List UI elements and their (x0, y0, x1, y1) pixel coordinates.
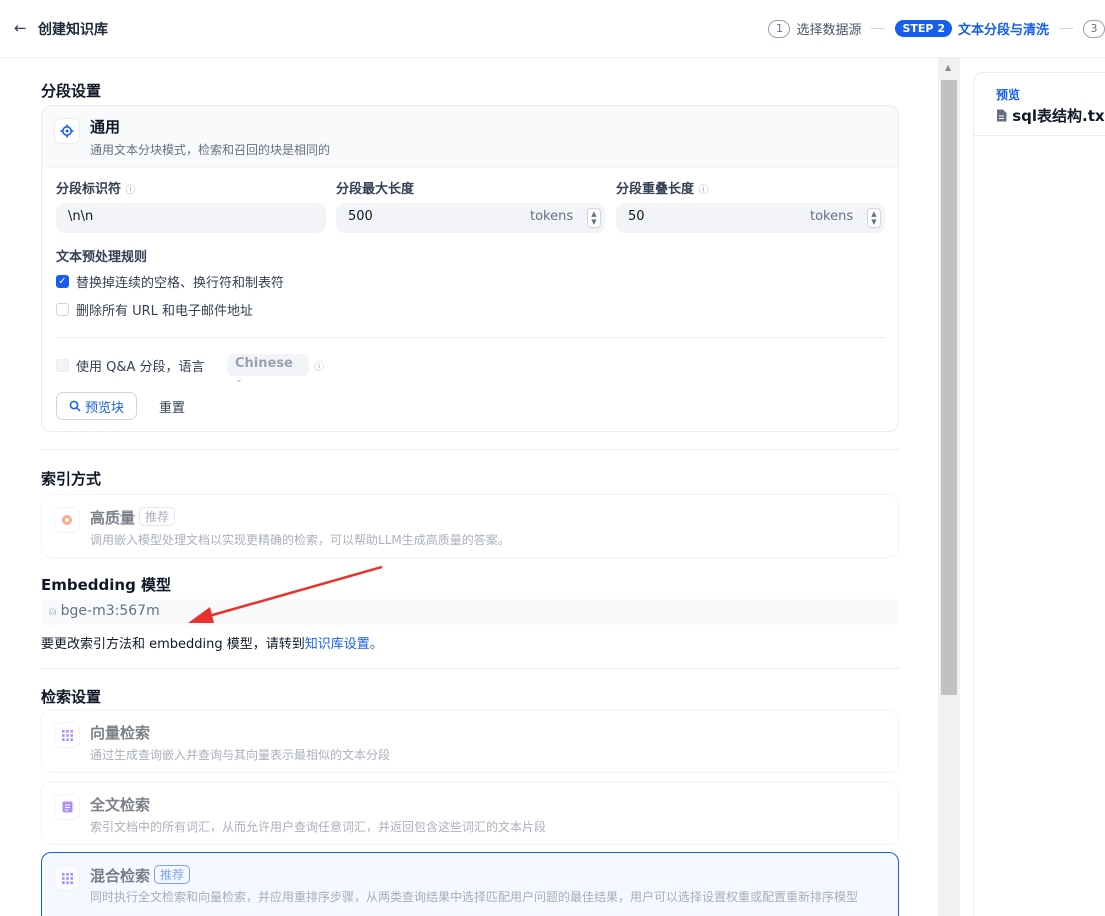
embedding-note: 要更改索引方法和 embedding 模型，请转到知识库设置。 (41, 637, 383, 652)
max-length-label: 分段最大长度 (336, 182, 415, 197)
retrieval-hybrid-option[interactable]: 混合检索 推荐 同时执行全文检索和向量检索，并应用重排序步骤，从两类查询结果中选择… (41, 852, 899, 916)
grid-icon (54, 722, 80, 748)
scrollbar-thumb[interactable] (941, 80, 957, 695)
rules-title: 文本预处理规则 (56, 250, 148, 265)
qa-segment-label: 使用 Q&A 分段，语言 (76, 360, 205, 375)
search-icon (69, 400, 81, 412)
embedding-model-name: bge-m3:567m (60, 603, 160, 619)
preview-file-name[interactable]: sql表结构.tx (996, 105, 1105, 126)
grid-icon (54, 865, 80, 891)
separator-label: 分段标识符 ⓘ (56, 182, 136, 197)
overlap-unit: tokens (810, 209, 854, 224)
index-option-name: 高质量 推荐 (90, 507, 176, 528)
max-length-stepper[interactable]: ▲ ▼ (587, 208, 601, 228)
overlap-stepper[interactable]: ▲ ▼ (867, 208, 881, 228)
segment-card-header: 通用 通用文本分块模式，检索和召回的块是相同的 (42, 106, 898, 168)
stepper: 1 选择数据源 STEP 2 文本分段与清洗 3 (768, 19, 1105, 38)
retrieval-option-name: 向量检索 (90, 724, 151, 742)
document-icon (54, 794, 80, 820)
gear-icon (54, 118, 80, 144)
step-separator (1059, 28, 1073, 29)
help-icon: ⓘ (698, 185, 709, 196)
index-high-quality-option[interactable]: 高质量 推荐 调用嵌入模型处理文档以实现更精确的检索，可以帮助LLM生成高质量的答… (41, 494, 899, 558)
rule-replace-spaces-checkbox[interactable]: ✓ (56, 275, 69, 288)
index-option-desc: 调用嵌入模型处理文档以实现更精确的检索，可以帮助LLM生成高质量的答案。 (90, 533, 510, 547)
reset-button[interactable]: 重置 (159, 397, 185, 416)
divider (56, 337, 885, 338)
qa-segment-checkbox[interactable] (56, 359, 69, 372)
rule-remove-urls-checkbox[interactable] (56, 303, 69, 316)
main-content: 分段设置 通用 通用文本分块模式，检索和召回的块是相同的 分段标识符 ⓘ 分段最… (0, 58, 938, 916)
step-1-label: 选择数据源 (796, 23, 862, 38)
embedding-section-title: Embedding 模型 (41, 576, 172, 594)
back-arrow-icon[interactable]: ← (14, 19, 27, 37)
annotation-arrow (188, 565, 383, 623)
retrieval-fulltext-option[interactable]: 全文检索 索引文档中的所有词汇，从而允许用户查询任意词汇，并返回包含这些词汇的文… (41, 781, 899, 845)
help-icon: ⓘ (125, 185, 136, 196)
max-length-unit: tokens (530, 209, 574, 224)
divider (974, 135, 1105, 136)
retrieval-vector-option[interactable]: 向量检索 通过生成查询嵌入并查询与其向量表示最相似的文本分段 (41, 709, 899, 773)
page-title: 创建知识库 (38, 22, 108, 38)
divider (41, 668, 899, 669)
index-section-title: 索引方式 (41, 470, 102, 488)
segment-mode-name: 通用 (90, 118, 121, 136)
preview-panel: 预览 sql表结构.tx (973, 72, 1105, 916)
help-icon: ⓘ (314, 362, 324, 373)
retrieval-section-title: 检索设置 (41, 688, 102, 706)
embedding-model-field: ⍝ bge-m3:567m (41, 599, 899, 625)
step-separator (871, 28, 886, 29)
retrieval-option-name: 全文检索 (90, 796, 151, 814)
chevron-down-icon: ⌄ (235, 375, 243, 385)
divider (41, 449, 899, 450)
retrieval-option-desc: 同时执行全文检索和向量检索，并应用重排序步骤，从两类查询结果中选择匹配用户问题的… (90, 890, 859, 904)
preview-label: 预览 (996, 88, 1021, 102)
step-1-number: 1 (768, 19, 791, 38)
preview-chunks-button[interactable]: 预览块 (56, 392, 138, 420)
overlap-label: 分段重叠长度 ⓘ (616, 182, 709, 197)
separator-input[interactable]: \n\n (56, 203, 326, 233)
segment-mode-desc: 通用文本分块模式，检索和召回的块是相同的 (90, 143, 331, 157)
step-3-number: 3 (1083, 19, 1105, 38)
step-2-number: STEP 2 (895, 20, 952, 37)
retrieval-option-name: 混合检索 推荐 (90, 865, 191, 886)
rule-remove-urls-label: 删除所有 URL 和电子邮件地址 (76, 304, 254, 319)
step-2-label: 文本分段与清洗 (957, 23, 1049, 38)
top-bar: ← 创建知识库 1 选择数据源 STEP 2 文本分段与清洗 3 (0, 0, 1105, 58)
sparkle-icon (54, 507, 80, 533)
retrieval-option-desc: 通过生成查询嵌入并查询与其向量表示最相似的文本分段 (90, 748, 391, 762)
recommended-badge: 推荐 (154, 865, 191, 884)
qa-language-select[interactable]: Chinese ⌄ (227, 354, 309, 385)
segment-card-general[interactable]: 通用 通用文本分块模式，检索和召回的块是相同的 分段标识符 ⓘ 分段最大长度 分… (41, 105, 899, 432)
recommended-badge: 推荐 (139, 507, 176, 526)
rule-replace-spaces-label: 替换掉连续的空格、换行符和制表符 (76, 276, 285, 291)
file-icon (997, 109, 1007, 122)
retrieval-option-desc: 索引文档中的所有词汇，从而允许用户查询任意词汇，并返回包含这些词汇的文本片段 (90, 820, 547, 834)
model-icon: ⍝ (49, 604, 57, 618)
kb-settings-link[interactable]: 知识库设置 (305, 637, 370, 652)
segment-section-title: 分段设置 (41, 82, 102, 100)
scroll-up-arrow-icon[interactable]: ▲ (945, 63, 951, 72)
